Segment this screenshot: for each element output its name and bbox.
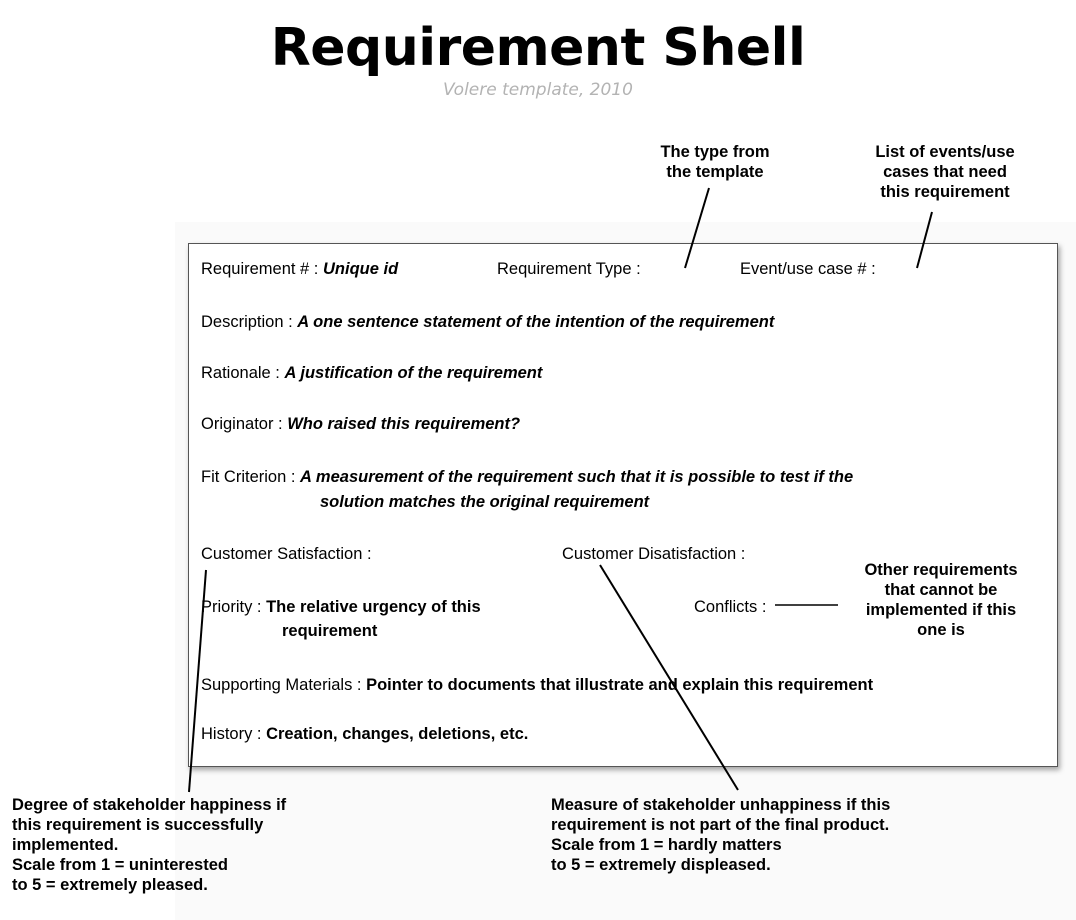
connector-satisfaction — [188, 569, 207, 793]
connector-dissatisfaction — [599, 564, 739, 791]
connector-events — [916, 211, 933, 269]
connector-type — [684, 187, 710, 269]
connector-lines — [188, 187, 933, 793]
